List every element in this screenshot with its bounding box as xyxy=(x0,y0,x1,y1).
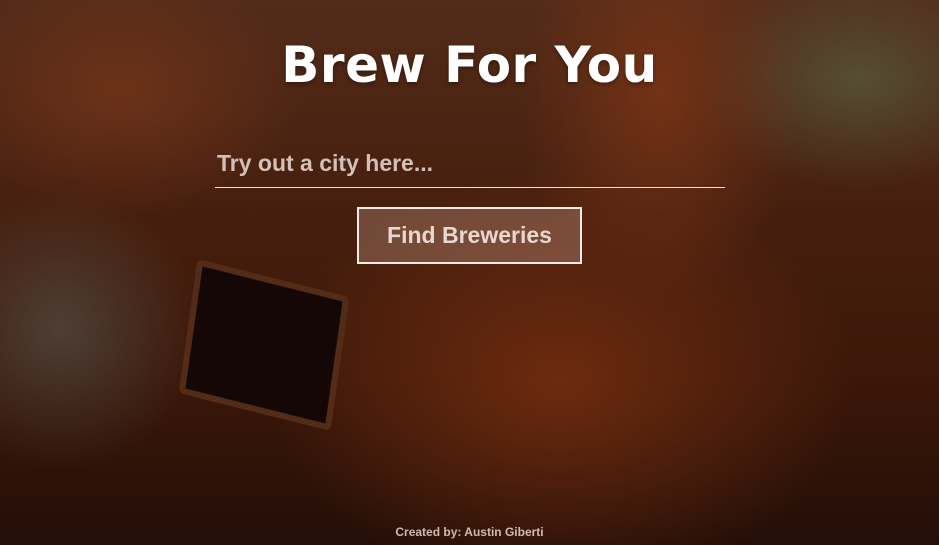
page-title: Brew For You xyxy=(281,36,658,94)
footer-credit: Created by: Austin Giberti xyxy=(395,525,544,539)
city-search-input[interactable] xyxy=(215,140,725,188)
find-breweries-button[interactable]: Find Breweries xyxy=(357,207,582,264)
